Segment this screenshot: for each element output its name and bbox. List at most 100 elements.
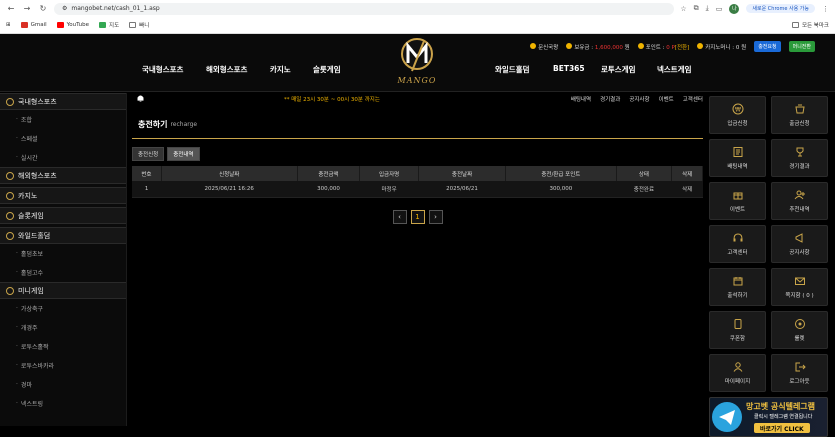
sidebar-item-lotus-baccarat[interactable]: 로투스바카라 bbox=[0, 356, 126, 375]
site-logo[interactable]: MANGO bbox=[392, 37, 442, 89]
soccer-icon bbox=[6, 97, 14, 106]
telegram-icon bbox=[712, 402, 742, 432]
sidebar-item-dog-race[interactable]: 개경주 bbox=[0, 318, 126, 337]
nav-slot[interactable]: 슬롯게임 bbox=[313, 64, 341, 75]
link-notice[interactable]: 공지사항 bbox=[629, 95, 649, 103]
menu-icon[interactable]: ⋮ bbox=[822, 5, 829, 13]
col-amount: 충전금액 bbox=[297, 166, 361, 181]
extensions-icon[interactable]: ⧉ bbox=[694, 4, 699, 13]
quick-logout[interactable]: 로그아웃 bbox=[771, 354, 828, 392]
quick-attendance[interactable]: 출석하기 bbox=[709, 268, 766, 306]
folder-icon bbox=[129, 22, 137, 28]
all-bookmarks[interactable]: 모든 북마크 bbox=[791, 21, 829, 29]
bookmark-youtube[interactable]: YouTube bbox=[56, 22, 89, 28]
browser-chrome: ← → ↻ ⚙ mangobet.net/cash_01_1.asp ☆ ⧉ ⤓… bbox=[0, 0, 835, 34]
telegram-click-button[interactable]: 바로가기 CLICK bbox=[754, 423, 810, 433]
quick-mypage[interactable]: 마이페이지 bbox=[709, 354, 766, 392]
back-icon[interactable]: ← bbox=[6, 4, 16, 13]
sidebar-cat-slot[interactable]: 슬롯게임 bbox=[0, 207, 126, 224]
page-title: 충전하기 recharge bbox=[132, 111, 703, 139]
cards-icon bbox=[6, 231, 14, 240]
next-page-button[interactable]: › bbox=[428, 209, 443, 224]
col-depositor: 입금자명 bbox=[359, 166, 419, 181]
tab-charge-request[interactable]: 충전신청 bbox=[132, 147, 165, 161]
tab-charge-history[interactable]: 충전내역 bbox=[167, 147, 200, 161]
quick-withdraw[interactable]: 출금신청 bbox=[771, 96, 828, 134]
quick-roulette[interactable]: 룰렛 bbox=[771, 311, 828, 349]
sidebar-item-lotus-oddeven[interactable]: 로투스홀짝 bbox=[0, 337, 126, 356]
maps-icon bbox=[99, 22, 107, 28]
table-row: 1 2025/06/21 16:26 300,000 마정우 2025/06/2… bbox=[132, 181, 703, 198]
bookmark-folder[interactable]: 빠니 bbox=[129, 21, 149, 29]
deposit-icon: ₩ bbox=[732, 103, 743, 115]
address-bar[interactable]: ⚙ mangobet.net/cash_01_1.asp bbox=[54, 2, 675, 15]
quick-results[interactable]: 경기결과 bbox=[771, 139, 828, 177]
download-icon[interactable]: ⤓ bbox=[706, 4, 709, 13]
quick-coupon[interactable]: 쿠폰함 bbox=[709, 311, 766, 349]
sidebar-cat-holdem[interactable]: 와일드홀덤 bbox=[0, 227, 126, 244]
logo-text: MANGO bbox=[397, 76, 437, 85]
col-number: 번호 bbox=[132, 166, 162, 181]
telegram-title: 망고벳 공식텔레그램 bbox=[746, 402, 816, 411]
forward-icon[interactable]: → bbox=[22, 4, 32, 13]
sidebar: 국내형스포츠 조합 스페셜 실시간 해외형스포츠 카지노 슬롯게임 와일드홀덤 … bbox=[0, 93, 127, 426]
sidebar-item-next-ring[interactable]: 넥스트링 bbox=[0, 394, 126, 413]
chrome-update-button[interactable]: 새로운 Chrome 사용 가능 bbox=[746, 4, 815, 13]
casino-money: 카지노머니 : 0 원 bbox=[697, 42, 746, 51]
sidepanel-icon[interactable]: ▭ bbox=[716, 5, 723, 13]
money-convert-button[interactable]: 머니전환 bbox=[788, 41, 815, 52]
nav-casino[interactable]: 카지노 bbox=[270, 64, 291, 75]
quick-notice[interactable]: 공지사항 bbox=[771, 225, 828, 263]
cell-request-date: 2025/06/21 16:26 bbox=[161, 181, 298, 198]
sidebar-cat-casino[interactable]: 카지노 bbox=[0, 187, 126, 204]
point-icon bbox=[637, 42, 644, 49]
notice-bar: ** 매일 23시 30분 ~ 00시 30분 까지는 배팅내역 경기결과 공지… bbox=[132, 93, 703, 105]
sidebar-cat-minigame[interactable]: 미니게임 bbox=[0, 282, 126, 299]
quick-deposit[interactable]: ₩ 입금신청 bbox=[709, 96, 766, 134]
apps-icon[interactable]: ⊞ bbox=[6, 22, 11, 28]
trophy-icon bbox=[796, 147, 803, 157]
link-bet-history[interactable]: 배팅내역 bbox=[571, 95, 591, 103]
sidebar-item-holdem-beginner[interactable]: 홀덤초보 bbox=[0, 244, 126, 263]
site-info-icon[interactable]: ⚙ bbox=[62, 5, 67, 12]
quick-referral[interactable]: 추천내역 bbox=[771, 182, 828, 220]
sidebar-item-virtual-soccer[interactable]: 가상축구 bbox=[0, 299, 126, 318]
cell-depositor: 마정우 bbox=[359, 181, 419, 198]
quick-messages[interactable]: 쪽지함 ( 0 ) bbox=[771, 268, 828, 306]
reload-icon[interactable]: ↻ bbox=[38, 4, 48, 13]
telegram-banner[interactable]: 망고벳 공식텔레그램 클릭시 텔레그램 연결됩니다 바로가기 CLICK bbox=[709, 397, 828, 437]
nav-next[interactable]: 넥스트게임 bbox=[657, 64, 692, 75]
sidebar-item-special[interactable]: 스페셜 bbox=[0, 129, 126, 148]
nav-overseas-sports[interactable]: 해외형스포츠 bbox=[206, 64, 247, 75]
sidebar-item-horse-race[interactable]: 경마 bbox=[0, 375, 126, 394]
sidebar-item-holdem-pro[interactable]: 홀덤고수 bbox=[0, 263, 126, 282]
profile-avatar[interactable]: 나 bbox=[729, 3, 740, 14]
cell-number: 1 bbox=[132, 181, 162, 198]
charge-request-button[interactable]: 충전요청 bbox=[754, 41, 781, 52]
sidebar-item-live[interactable]: 실시간 bbox=[0, 148, 126, 167]
bookmark-gmail[interactable]: Gmail bbox=[20, 22, 47, 28]
quick-event[interactable]: 이벤트 bbox=[709, 182, 766, 220]
point-convert-link[interactable]: [전환] bbox=[675, 45, 689, 51]
quick-bet-history[interactable]: 배팅내역 bbox=[709, 139, 766, 177]
quick-support[interactable]: 고객센터 bbox=[709, 225, 766, 263]
link-results[interactable]: 경기결과 bbox=[600, 95, 620, 103]
star-icon[interactable]: ☆ bbox=[680, 5, 686, 13]
nav-bet365[interactable]: BET365 bbox=[553, 64, 585, 73]
nav-domestic-sports[interactable]: 국내형스포츠 bbox=[142, 64, 183, 75]
delete-button[interactable]: 삭제 bbox=[671, 181, 703, 198]
gamepad-icon bbox=[6, 286, 14, 295]
prev-page-button[interactable]: ‹ bbox=[392, 209, 407, 224]
slot-icon bbox=[6, 211, 14, 220]
page-current[interactable]: 1 bbox=[410, 209, 425, 224]
nav-lotus[interactable]: 로투스게임 bbox=[601, 64, 636, 75]
user-info-bar: 문신국왕 보유금 : 1,600,000 원 포인트 : 0 P[전환] 카지노… bbox=[530, 41, 815, 52]
link-event[interactable]: 이벤트 bbox=[659, 95, 674, 103]
coin-icon bbox=[566, 42, 573, 49]
nav-wild-holdem[interactable]: 와일드홀덤 bbox=[495, 64, 530, 75]
sidebar-item-combo[interactable]: 조합 bbox=[0, 110, 126, 129]
bookmark-maps[interactable]: 지도 bbox=[99, 21, 119, 29]
sidebar-cat-domestic[interactable]: 국내형스포츠 bbox=[0, 93, 126, 110]
sidebar-cat-overseas[interactable]: 해외형스포츠 bbox=[0, 167, 126, 184]
link-support[interactable]: 고객센터 bbox=[683, 95, 703, 103]
